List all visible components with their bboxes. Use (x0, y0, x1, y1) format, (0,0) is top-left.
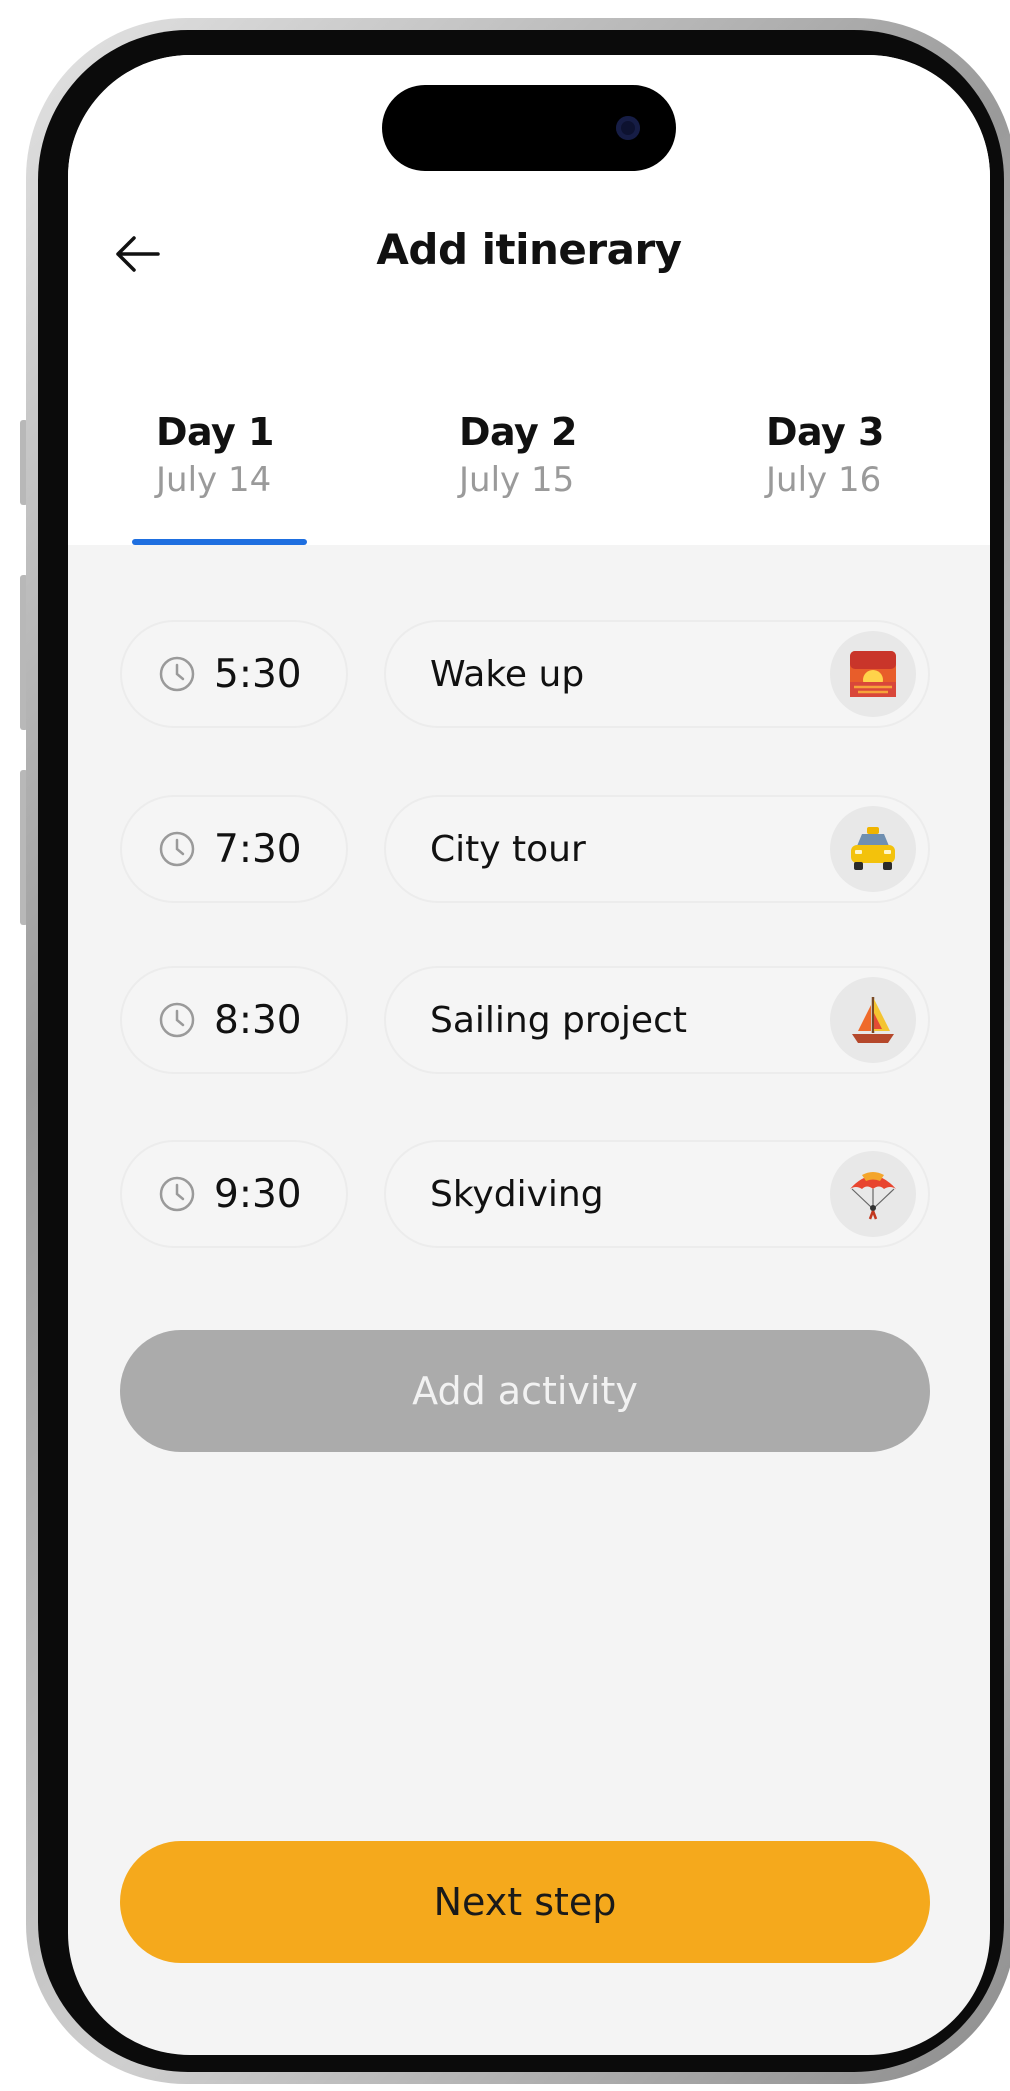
tab-day-3[interactable]: Day 3 July 16 (766, 410, 884, 500)
active-tab-indicator (132, 539, 307, 545)
activity-time: 8:30 (214, 997, 302, 1043)
tab-date: July 16 (766, 460, 882, 500)
activity-field[interactable]: City tour (384, 795, 930, 903)
activity-time: 7:30 (214, 826, 302, 872)
next-step-button[interactable]: Next step (120, 1841, 930, 1963)
list-item: 5:30 Wake up (120, 620, 930, 732)
activity-field[interactable]: Wake up (384, 620, 930, 728)
activity-time: 9:30 (214, 1171, 302, 1217)
activity-name: Wake up (430, 653, 585, 695)
taxi-icon (830, 806, 916, 892)
front-camera (616, 116, 640, 140)
time-picker[interactable]: 8:30 (120, 966, 348, 1074)
clock-icon (159, 1176, 195, 1212)
list-item: 7:30 City tour (120, 795, 930, 907)
list-item: 9:30 Skydiving (120, 1140, 930, 1252)
time-picker[interactable]: 5:30 (120, 620, 348, 728)
page-title: Add itinerary (376, 225, 682, 274)
sunrise-icon (830, 631, 916, 717)
time-picker[interactable]: 7:30 (120, 795, 348, 903)
add-activity-button[interactable]: Add activity (120, 1330, 930, 1452)
tab-date: July 15 (459, 460, 575, 500)
tab-label: Day 1 (156, 410, 274, 454)
list-item: 8:30 Sailing project (120, 966, 930, 1078)
activity-time: 5:30 (214, 651, 302, 697)
activity-field[interactable]: Skydiving (384, 1140, 930, 1248)
time-picker[interactable]: 9:30 (120, 1140, 348, 1248)
tab-label: Day 2 (459, 410, 577, 454)
tab-label: Day 3 (766, 410, 884, 454)
activity-name: Sailing project (430, 999, 687, 1041)
dynamic-island (382, 85, 676, 171)
tab-day-1[interactable]: Day 1 July 14 (156, 410, 274, 500)
clock-icon (159, 831, 195, 867)
activity-field[interactable]: Sailing project (384, 966, 930, 1074)
tab-day-2[interactable]: Day 2 July 15 (459, 410, 577, 500)
app-screen: Add itinerary Day 1 July 14 Day 2 July 1… (68, 55, 990, 2055)
clock-icon (159, 656, 195, 692)
activity-name: Skydiving (430, 1173, 604, 1215)
tab-date: July 14 (156, 460, 272, 500)
sailboat-icon (830, 977, 916, 1063)
clock-icon (159, 1002, 195, 1038)
parachute-icon (830, 1151, 916, 1237)
activity-name: City tour (430, 828, 586, 870)
